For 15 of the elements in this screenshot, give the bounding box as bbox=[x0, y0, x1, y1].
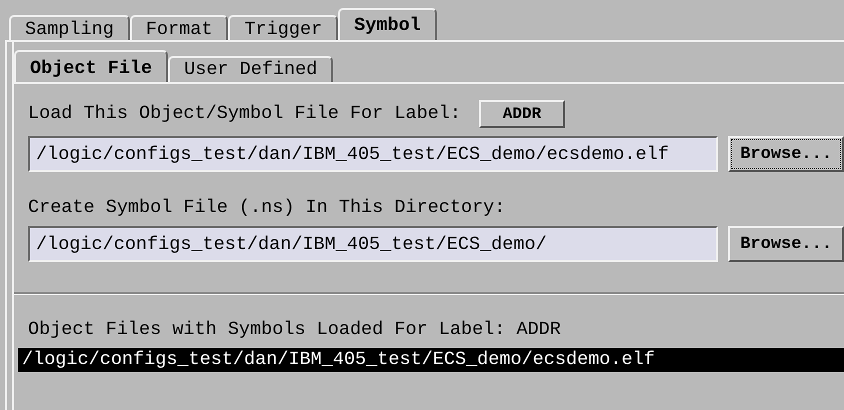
browse-button[interactable]: Browse... bbox=[728, 226, 844, 262]
path-field[interactable]: /logic/configs_test/dan/IBM_405_test/ECS_demo/ecsdemo.elf bbox=[28, 136, 718, 172]
path-field[interactable]: /logic/configs_test/dan/IBM_405_test/ECS_demo/ bbox=[28, 226, 718, 262]
list-label: Object Files with Symbols Loaded For Label: ADDR bbox=[28, 320, 562, 340]
tab[interactable]: Symbol bbox=[338, 8, 437, 40]
tab[interactable]: Format bbox=[130, 15, 228, 40]
tab[interactable]: User Defined bbox=[168, 56, 334, 82]
browse-button[interactable]: Browse... bbox=[728, 136, 844, 172]
tab[interactable]: Trigger bbox=[228, 15, 338, 40]
list-item[interactable]: /logic/configs_test/dan/IBM_405_test/ECS_demo/ecsdemo.elf bbox=[18, 348, 844, 372]
tab[interactable]: Object File bbox=[14, 50, 168, 82]
label-button[interactable]: ADDR bbox=[478, 100, 565, 128]
field-label: Create Symbol File (.ns) In This Directory: bbox=[28, 198, 506, 218]
tab[interactable]: Sampling bbox=[9, 15, 130, 40]
field-label: Load This Object/Symbol File For Label: bbox=[28, 104, 461, 124]
